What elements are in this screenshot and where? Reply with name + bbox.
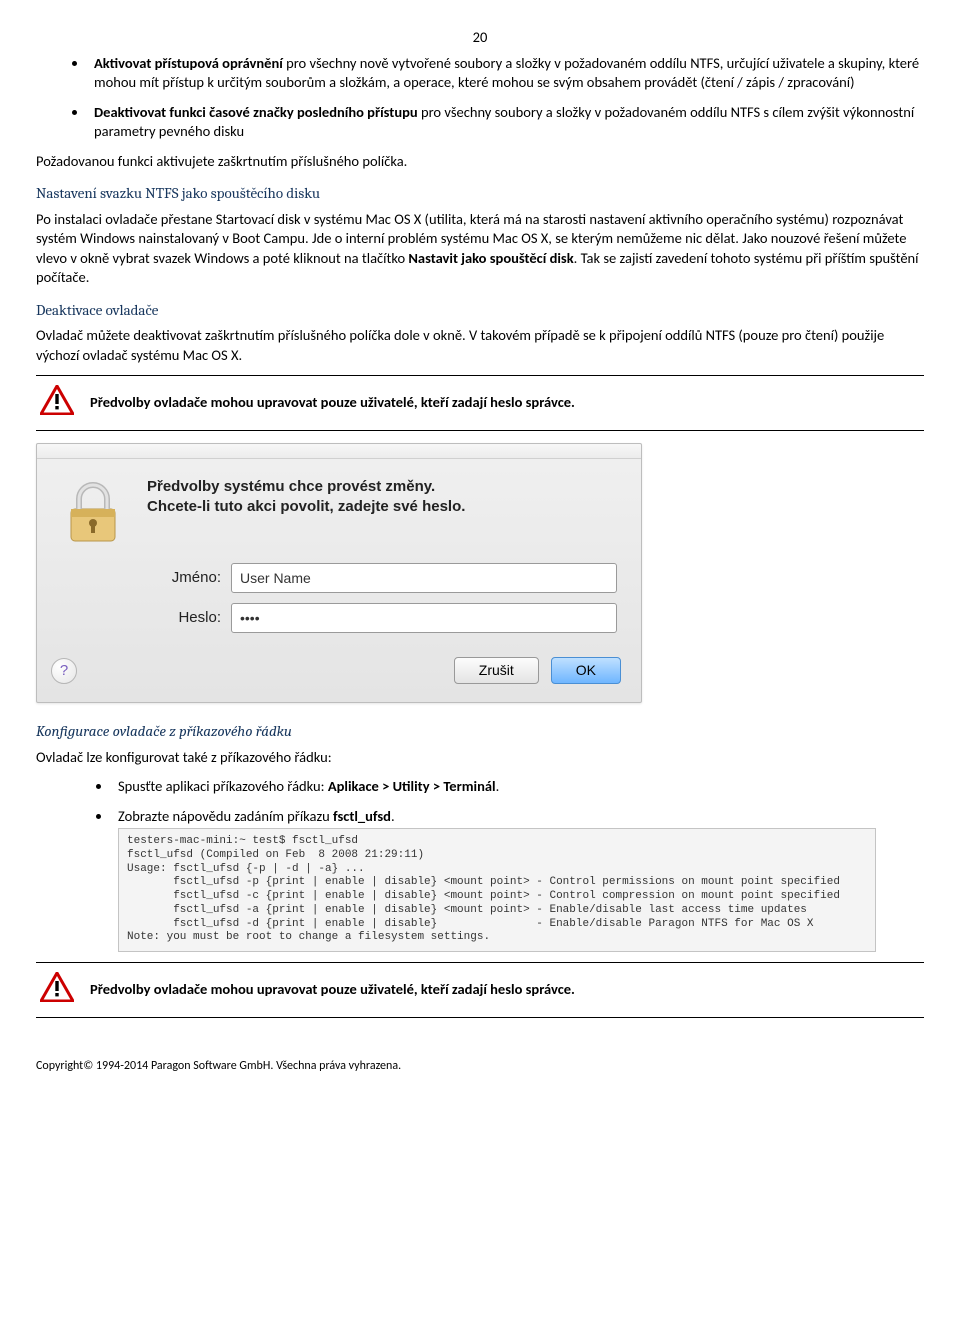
dialog-line1: Předvolby systému chce provést změny. (147, 477, 465, 497)
page-number: 20 (36, 28, 924, 48)
top-bullet-list: Aktivovat přístupová oprávnění pro všech… (36, 54, 924, 142)
paragraph: Ovladač lze konfigurovat také z příkazov… (36, 748, 924, 768)
text-bold: Nastavit jako spouštěcí disk (408, 249, 573, 267)
name-label: Jméno: (157, 568, 221, 588)
dialog-line2: Chcete-li tuto akci povolit, zadejte své… (147, 497, 465, 517)
warning-icon (40, 972, 74, 1008)
auth-dialog: Předvolby systému chce provést změny. Ch… (36, 443, 924, 703)
paragraph: Ovladač můžete deaktivovat zaškrtnutím p… (36, 326, 924, 365)
ok-button[interactable]: OK (551, 657, 621, 684)
warning-icon (40, 385, 74, 421)
text: Zobrazte nápovědu zadáním příkazu (118, 807, 333, 825)
lock-icon (57, 477, 129, 556)
text: . (496, 777, 500, 795)
bullet-item: Zobrazte nápovědu zadáním příkazu fsctl_… (112, 807, 924, 953)
text-bold: fsctl_ufsd (333, 807, 391, 825)
bullet-item: Spusťte aplikaci příkazového řádku: Apli… (112, 777, 924, 797)
text-bold: Aplikace > Utility > Terminál (328, 777, 496, 795)
dialog-titlebar (37, 444, 641, 459)
paragraph: Požadovanou funkci aktivujete zaškrtnutí… (36, 152, 924, 172)
bullet-bold: Aktivovat přístupová oprávnění (94, 54, 283, 72)
heading-deactivate: Deaktivace ovladače (36, 300, 924, 320)
bullet-item: Aktivovat přístupová oprávnění pro všech… (88, 54, 924, 93)
alert-box: Předvolby ovladače mohou upravovat pouze… (36, 375, 924, 431)
text: . (391, 807, 395, 825)
paragraph: Po instalaci ovladače přestane Startovac… (36, 210, 924, 288)
heading-boot: Nastavení svazku NTFS jako spouštěcího d… (36, 183, 924, 203)
terminal-output: testers-mac-mini:~ test$ fsctl_ufsd fsct… (118, 828, 876, 952)
password-field[interactable]: •••• (231, 603, 617, 633)
heading-cli: Konfigurace ovladače z příkazového řádku (36, 721, 924, 741)
name-field[interactable]: User Name (231, 563, 617, 593)
alert-box: Předvolby ovladače mohou upravovat pouze… (36, 962, 924, 1018)
bullet-bold: Deaktivovat funkci časové značky posledn… (94, 103, 418, 121)
alert-text: Předvolby ovladače mohou upravovat pouze… (90, 393, 575, 413)
help-button[interactable]: ? (51, 658, 77, 684)
bullet-item: Deaktivovat funkci časové značky posledn… (88, 103, 924, 142)
text: Spusťte aplikaci příkazového řádku: (118, 777, 328, 795)
cancel-button[interactable]: Zrušit (454, 657, 539, 684)
alert-text: Předvolby ovladače mohou upravovat pouze… (90, 980, 575, 1000)
password-label: Heslo: (157, 608, 221, 628)
cli-bullets: Spusťte aplikaci příkazového řádku: Apli… (36, 777, 924, 952)
footer-copyright: Copyright© 1994-2014 Paragon Software Gm… (36, 1058, 924, 1074)
